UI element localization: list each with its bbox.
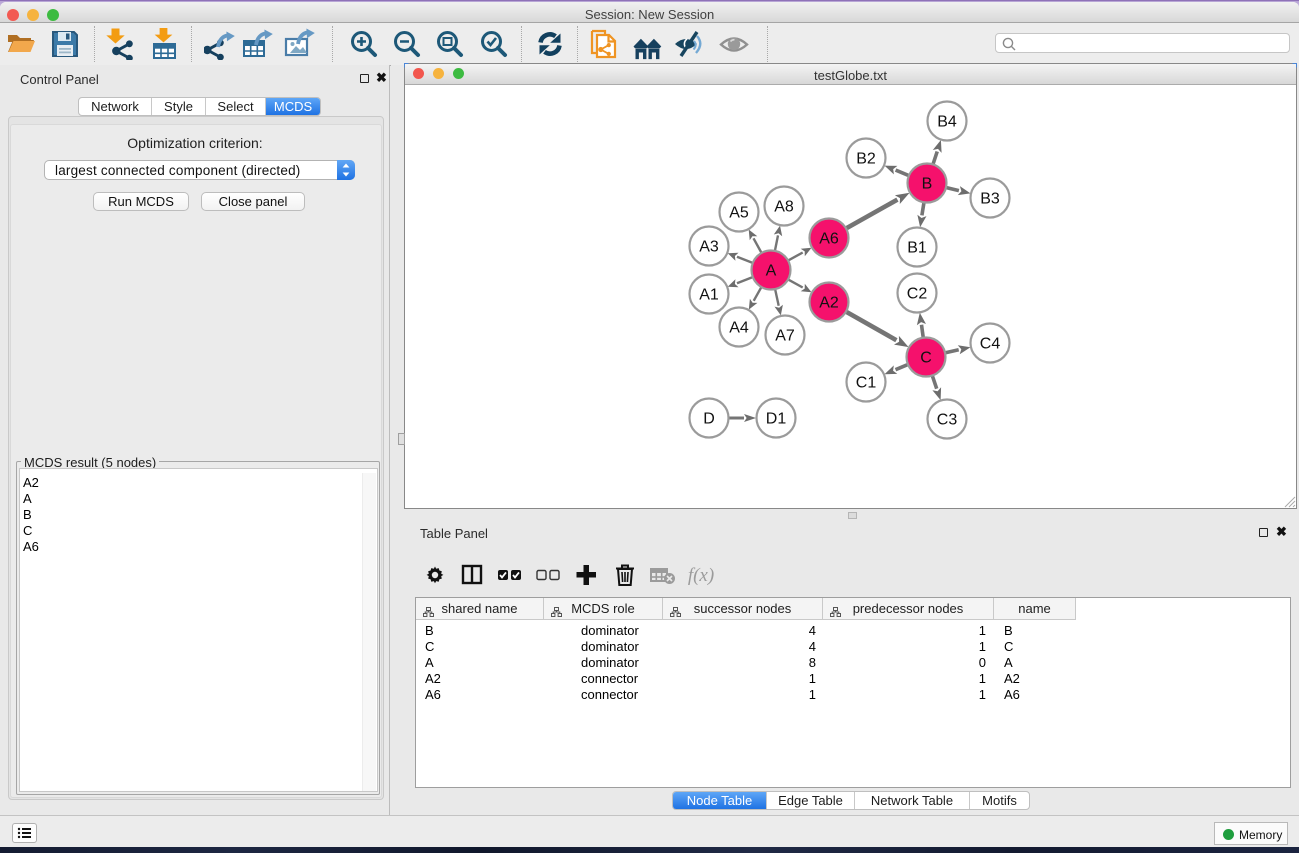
svg-text:A: A [766, 263, 777, 280]
svg-text:A7: A7 [775, 328, 795, 345]
svg-text:C1: C1 [856, 375, 877, 392]
svg-text:C4: C4 [980, 336, 1001, 353]
svg-text:C2: C2 [907, 286, 928, 303]
svg-text:B2: B2 [856, 151, 876, 168]
svg-text:A2: A2 [819, 295, 839, 312]
svg-text:D1: D1 [766, 411, 787, 428]
svg-text:D: D [703, 411, 715, 428]
svg-text:f(x): f(x) [688, 565, 714, 586]
svg-text:A3: A3 [699, 239, 719, 256]
svg-text:A8: A8 [774, 199, 794, 216]
svg-text:B3: B3 [980, 191, 1000, 208]
svg-text:A6: A6 [819, 231, 839, 248]
svg-text:B4: B4 [937, 114, 957, 131]
svg-text:C3: C3 [937, 412, 958, 429]
svg-text:C: C [920, 350, 932, 367]
svg-text:A5: A5 [729, 205, 749, 222]
svg-text:A4: A4 [729, 320, 749, 337]
svg-text:A1: A1 [699, 287, 719, 304]
svg-text:B1: B1 [907, 240, 927, 257]
svg-text:B: B [922, 176, 933, 193]
